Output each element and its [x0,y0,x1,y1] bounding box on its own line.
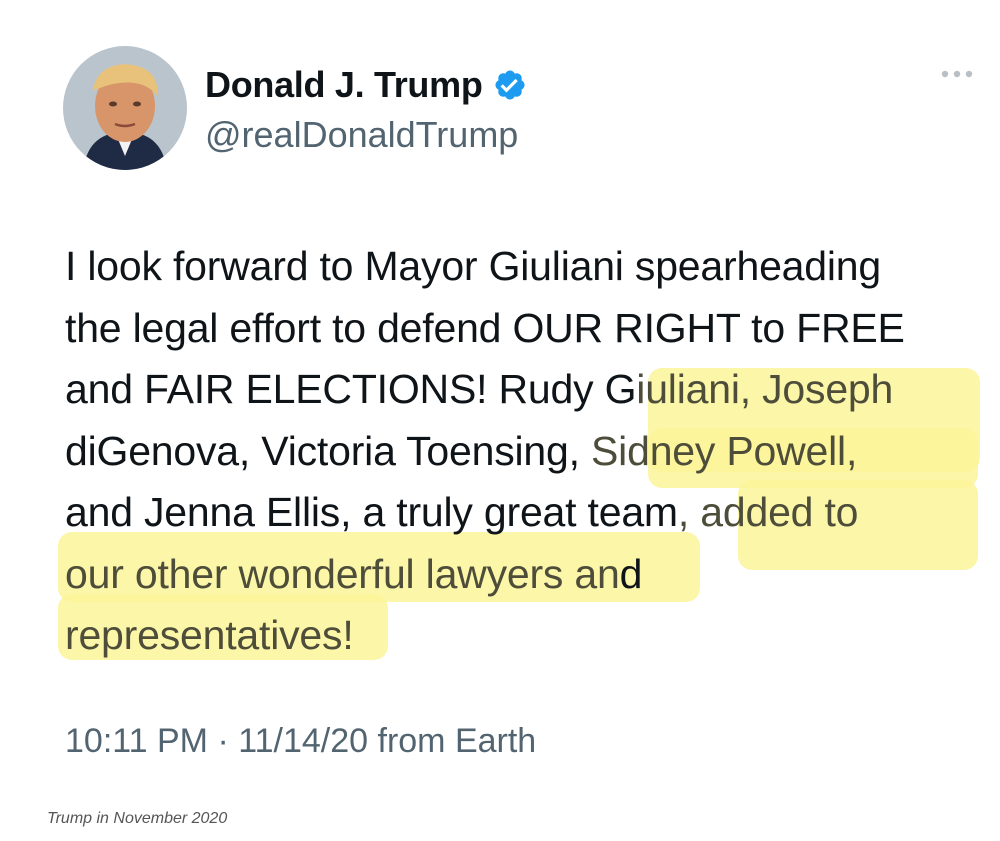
tweet-text-line: I look forward to Mayor Giuliani spearhe… [65,243,881,289]
highlighted-text: iuliani, Joseph [636,366,894,412]
tweet-text-line: representatives! [65,605,985,667]
tweet-text-line: the legal effort to defend OUR RIGHT to … [65,304,905,351]
tweet-text: I look forward to Mayor Giuliani spearhe… [65,236,985,667]
author-name-row: Donald J. Trump [205,62,527,108]
highlighted-text: , added to [677,489,859,535]
author-display-name[interactable]: Donald J. Trump [205,64,483,106]
highlighted-text: representatives! [65,612,354,658]
highlighted-text: our other wonderful lawyers an [65,550,620,597]
more-options-icon[interactable] [939,64,975,84]
avatar[interactable] [63,46,187,170]
image-caption: Trump in November 2020 [47,810,228,827]
tweet-card: Donald J. Trump @realDonaldTrump I look … [0,0,1000,800]
profile-photo [63,46,187,170]
verified-badge-icon [493,68,527,102]
tweet-text-line: and Jenna Ellis, a truly great team, add… [65,489,859,535]
tweet-timestamp[interactable]: 10:11 PM · 11/14/20 from Earth [65,722,536,761]
tweet-text-line: our other wonderful lawyers and [65,550,643,597]
tweet-text-line: diGenova, Victoria Toensing, Sidney Powe… [65,427,858,474]
author-handle[interactable]: @realDonaldTrump [205,114,518,156]
highlighted-text: Sidney Powell, [591,427,858,474]
tweet-text-line: and FAIR ELECTIONS! Rudy Giuliani, Josep… [65,366,894,412]
